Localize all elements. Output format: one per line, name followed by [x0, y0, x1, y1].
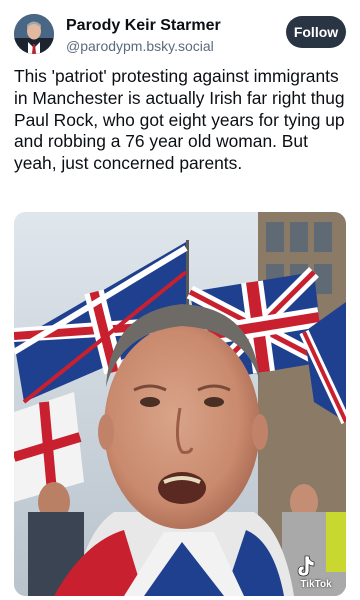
follow-button[interactable]: Follow	[286, 16, 346, 48]
author-handle[interactable]: @parodypm.bsky.social	[66, 37, 221, 55]
avatar-photo-icon	[14, 14, 54, 54]
post-text: This 'patriot' protesting against immigr…	[14, 66, 345, 174]
avatar[interactable]	[14, 14, 54, 54]
tiktok-label: TikTok	[300, 579, 332, 590]
tiktok-logo-icon	[297, 555, 315, 577]
video-frame	[14, 212, 346, 596]
post-card: Parody Keir Starmer @parodypm.bsky.socia…	[0, 0, 360, 600]
post-header: Parody Keir Starmer @parodypm.bsky.socia…	[14, 12, 346, 56]
author-info[interactable]: Parody Keir Starmer @parodypm.bsky.socia…	[66, 16, 221, 55]
tiktok-watermark: TikTok	[294, 554, 338, 590]
post-video[interactable]: TikTok	[14, 212, 346, 596]
author-display-name[interactable]: Parody Keir Starmer	[66, 16, 221, 35]
